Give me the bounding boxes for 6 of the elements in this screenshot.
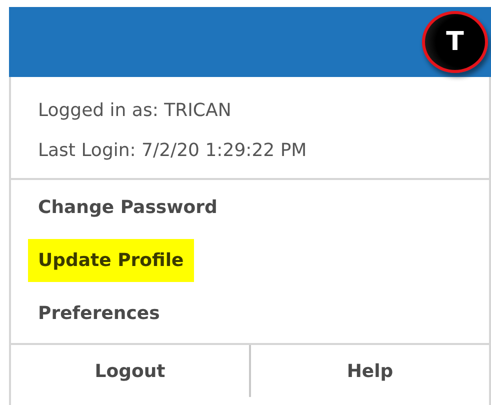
logged-in-text: Logged in as: TRICAN xyxy=(38,99,232,123)
menu-item[interactable]: Change Password xyxy=(28,186,228,229)
menu-item[interactable]: Update Profile xyxy=(28,239,194,282)
menu-item[interactable]: Preferences xyxy=(28,292,170,335)
last-login-text: Last Login: 7/2/20 1:29:22 PM xyxy=(38,139,307,163)
avatar-button[interactable]: T xyxy=(422,11,488,73)
